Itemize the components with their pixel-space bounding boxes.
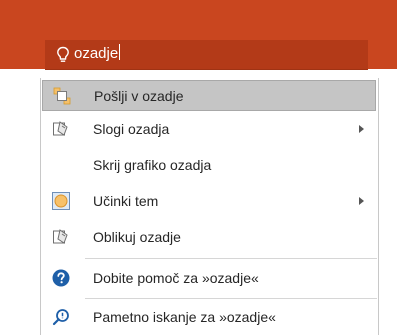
menu-item-hide-background-graphics[interactable]: Skrij grafiko ozadja bbox=[42, 150, 376, 181]
menu-item-background-styles[interactable]: Slogi ozadja bbox=[42, 114, 376, 145]
menu-item-format-background[interactable]: Oblikuj ozadje bbox=[42, 222, 376, 253]
tell-me-search-box[interactable]: ozadje bbox=[45, 40, 368, 70]
menu-item-send-to-back[interactable]: Pošlji v ozadje bbox=[42, 80, 376, 111]
menu-item-label: Skrij grafiko ozadja bbox=[93, 157, 212, 173]
menu-item-label: Oblikuj ozadje bbox=[93, 229, 181, 245]
menu-item-smart-lookup[interactable]: Pametno iskanje za »ozadje« bbox=[42, 302, 376, 333]
search-input[interactable]: ozadje bbox=[74, 44, 121, 64]
menu-separator bbox=[85, 298, 377, 299]
help-icon bbox=[52, 269, 70, 287]
menu-item-label: Slogi ozadja bbox=[93, 121, 170, 137]
search-results-menu: Pošlji v ozadje Slogi ozadja Skrij grafi… bbox=[40, 78, 379, 335]
smart-lookup-icon bbox=[52, 309, 69, 326]
send-to-back-icon bbox=[53, 87, 71, 105]
lightbulb-icon bbox=[57, 46, 69, 62]
submenu-arrow-icon bbox=[359, 197, 364, 205]
format-background-icon bbox=[53, 229, 68, 244]
menu-item-get-help[interactable]: Dobite pomoč za »ozadje« bbox=[42, 263, 376, 294]
submenu-arrow-icon bbox=[359, 125, 364, 133]
menu-item-theme-effects[interactable]: Učinki tem bbox=[42, 186, 376, 217]
background-styles-icon bbox=[53, 121, 68, 136]
menu-item-label: Pametno iskanje za »ozadje« bbox=[93, 309, 276, 325]
menu-separator bbox=[85, 258, 377, 259]
menu-item-label: Pošlji v ozadje bbox=[94, 88, 184, 104]
menu-item-label: Dobite pomoč za »ozadje« bbox=[93, 270, 259, 286]
theme-effects-icon bbox=[52, 192, 70, 210]
menu-item-label: Učinki tem bbox=[93, 193, 159, 209]
